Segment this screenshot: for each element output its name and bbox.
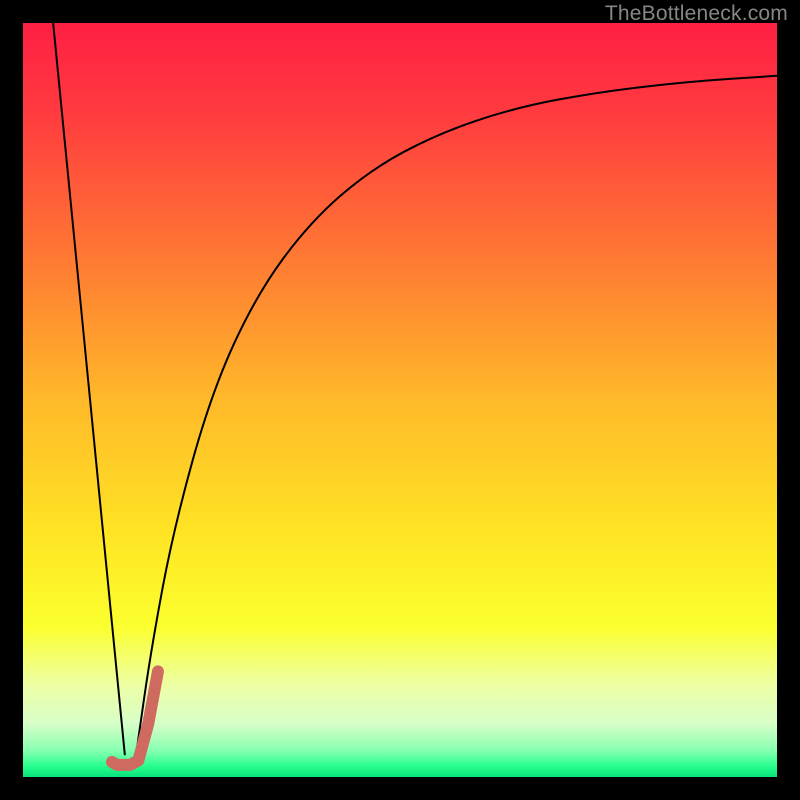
series-right-rise xyxy=(136,76,777,755)
series-left-descent xyxy=(53,23,125,754)
watermark-text: TheBottleneck.com xyxy=(605,2,788,26)
curve-overlay xyxy=(23,23,777,777)
chart-frame: TheBottleneck.com xyxy=(0,0,800,800)
plot-area xyxy=(23,23,777,777)
